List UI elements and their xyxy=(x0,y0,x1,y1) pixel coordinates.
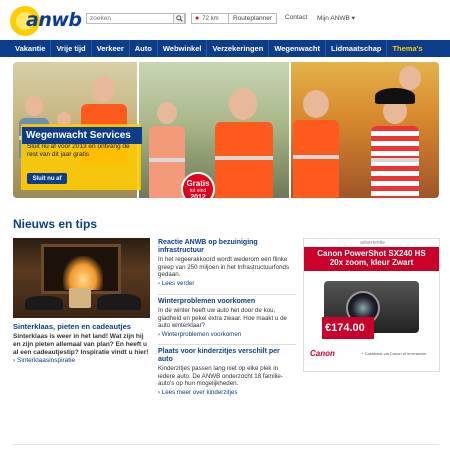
wegenwacht-vest xyxy=(293,120,339,198)
news-text: In de winter heeft uw auto het door de k… xyxy=(158,307,287,329)
news-item: Reactie ANWB op bezuiniging infrastructu… xyxy=(158,239,296,287)
nav-item-verkeer[interactable]: Verkeer xyxy=(92,40,130,57)
child-head xyxy=(399,66,421,90)
person-head xyxy=(25,96,43,116)
person-head xyxy=(157,102,177,124)
badge-line-3: 2012 xyxy=(190,194,206,198)
wegenwacht-vest xyxy=(215,122,273,198)
news-title[interactable]: Winterproblemen voorkomen xyxy=(158,298,296,306)
ad-subline: 20x zoom, kleur Zwart xyxy=(329,258,414,267)
feature-link[interactable]: › Sinterklaasinspiratie xyxy=(13,357,75,364)
feature-title[interactable]: Sinterklaas, pieten en cadeautjes xyxy=(13,322,131,331)
news-item: Winterproblemen voorkomen In de winter h… xyxy=(158,298,296,338)
nav-item-webwinkel[interactable]: Webwinkel xyxy=(158,40,208,57)
nav-item-vrije-tijd[interactable]: Vrije tijd xyxy=(51,40,92,57)
pirate-shirt xyxy=(371,126,419,198)
logo-wordmark: anwb xyxy=(26,9,82,31)
top-bar: anwb ● 72 km Routeplanner Contact Mijn A… xyxy=(0,0,450,38)
route-distance[interactable]: ● 72 km xyxy=(192,14,229,23)
routeplanner-widget[interactable]: ● 72 km Routeplanner xyxy=(191,13,277,24)
news-text: Kinderzitjes passen lang niet op elke pl… xyxy=(158,365,283,387)
shoe-right xyxy=(97,294,141,310)
person-head xyxy=(303,90,329,118)
nav-item-auto[interactable]: Auto xyxy=(130,40,158,57)
news-link[interactable]: › Lees verder xyxy=(158,280,296,287)
sinterklaas-image[interactable] xyxy=(13,238,150,318)
badge-line-1: Gratis xyxy=(186,179,210,188)
hero-title[interactable]: Wegenwacht Services xyxy=(22,127,142,144)
person-body xyxy=(149,126,185,198)
news-title[interactable]: Reactie ANWB op bezuiniging infrastructu… xyxy=(158,239,296,255)
search-icon xyxy=(175,15,183,22)
shoe-left xyxy=(25,296,63,310)
news-link-label: Lees verder xyxy=(161,279,195,287)
nav-item-themas[interactable]: Thema's xyxy=(387,40,427,57)
nav-item-lidmaatschap[interactable]: Lidmaatschap xyxy=(326,40,388,57)
news-link-label: Winterproblemen voorkomen xyxy=(161,330,242,338)
ad-note: * Cashback via Canon of leverancier xyxy=(362,351,427,356)
gratis-badge: Gratis tot eind 2012 xyxy=(181,172,215,198)
hero-photo-mechanics xyxy=(139,62,289,198)
anwb-logo[interactable]: anwb xyxy=(10,4,82,38)
nav-item-verzekeringen[interactable]: Verzekeringen xyxy=(207,40,270,57)
gift-sack xyxy=(69,288,91,308)
contact-link[interactable]: Contact xyxy=(285,14,307,21)
ad-headline: Canon PowerShot SX240 HS xyxy=(317,249,426,258)
ad-label: advertentie xyxy=(360,240,385,246)
hero-text: Sluit nu af voor 2013 en ontvang de rest… xyxy=(27,143,130,158)
nav-item-vakantie[interactable]: Vakantie xyxy=(10,40,52,57)
news-link[interactable]: › Lees meer over kinderzitjes xyxy=(158,389,296,396)
search-box xyxy=(86,13,186,24)
news-item: Plaats voor kinderzitjes verschilt per a… xyxy=(158,348,296,396)
mijn-anwb-menu[interactable]: Mijn ANWB ▾ xyxy=(317,14,355,22)
news-link-label: Lees meer over kinderzitjes xyxy=(161,388,238,396)
canon-logo: Canon xyxy=(310,349,335,358)
divider xyxy=(158,344,296,345)
location-pin-icon: ● xyxy=(195,15,200,22)
footer-divider xyxy=(13,444,439,445)
feature-link-label: Sinterklaasinspiratie xyxy=(16,357,76,364)
feature-text: Sinterklaas is weer in het land! Wat zij… xyxy=(13,333,149,356)
main-nav: Vakantie Vrije tijd Verkeer Auto Webwink… xyxy=(0,40,450,57)
person-head xyxy=(91,76,115,102)
search-input[interactable] xyxy=(87,14,173,23)
pirate-hat xyxy=(375,88,415,104)
section-heading: Nieuws en tips xyxy=(13,217,98,231)
divider xyxy=(158,294,296,295)
sluit-nu-af-button[interactable]: Sluit nu af xyxy=(27,173,67,184)
news-link[interactable]: › Winterproblemen voorkomen xyxy=(158,331,296,338)
ad-price: €174.00 xyxy=(322,317,374,339)
person-head xyxy=(229,88,257,120)
hero-photo-pirates xyxy=(291,62,439,198)
ad-headline-bar: Canon PowerShot SX240 HS 20x zoom, kleur… xyxy=(304,247,439,271)
advertisement[interactable]: advertentie Canon PowerShot SX240 HS 20x… xyxy=(303,238,440,372)
nav-item-wegenwacht[interactable]: Wegenwacht xyxy=(269,40,327,57)
route-distance-value: 72 km xyxy=(202,15,219,22)
routeplanner-link[interactable]: Routeplanner xyxy=(229,15,272,22)
search-button[interactable] xyxy=(173,13,185,24)
fire-glow xyxy=(63,256,103,290)
news-text: In het regeerakkoord wordt wederom een f… xyxy=(158,256,290,278)
news-title[interactable]: Plaats voor kinderzitjes verschilt per a… xyxy=(158,348,296,364)
